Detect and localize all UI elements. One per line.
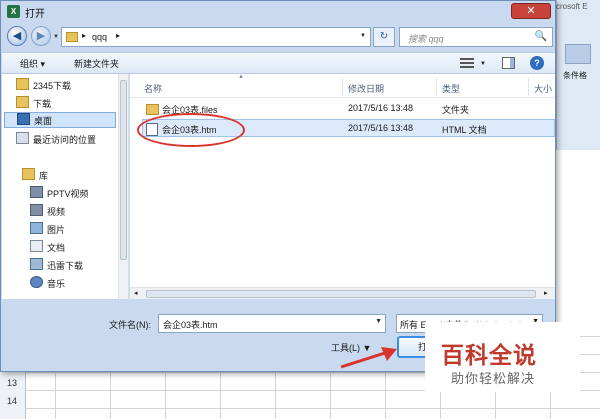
column-date[interactable]: 修改日期 xyxy=(348,82,384,95)
view-dropdown-icon[interactable]: ▼ xyxy=(480,61,486,67)
help-icon[interactable]: ? xyxy=(530,56,544,70)
search-placeholder: 搜索 qqq xyxy=(408,34,444,44)
navigation-pane: 2345下载 下载 桌面 最近访问的位置 库 PPTV视频 视频 图片 文档 迅… xyxy=(2,74,129,299)
library-icon xyxy=(22,168,35,180)
file-type: 文件夹 xyxy=(442,105,470,115)
preview-pane-icon[interactable] xyxy=(502,57,515,69)
sidebar-item-2345[interactable]: 2345下载 xyxy=(16,78,118,94)
sidebar-item-label: 音乐 xyxy=(47,279,66,289)
history-dropdown-icon[interactable]: ▼ xyxy=(53,34,59,40)
folder-icon xyxy=(66,32,78,42)
sidebar-item-label: PPTV视频 xyxy=(47,189,89,199)
sort-up-icon: ▲ xyxy=(238,74,244,80)
title-bar[interactable]: X 打开 ✕ xyxy=(1,1,555,23)
file-date: 2017/5/16 13:48 xyxy=(348,123,414,133)
recent-icon xyxy=(16,132,29,144)
scroll-right-icon[interactable]: ▸ xyxy=(544,289,548,297)
close-button[interactable]: ✕ xyxy=(511,3,551,19)
sidebar-item-xunlei[interactable]: 迅雷下载 xyxy=(30,258,132,274)
video-lib-icon xyxy=(30,186,43,198)
sidebar-item-library[interactable]: 库 xyxy=(22,168,124,184)
document-lib-icon xyxy=(30,240,43,252)
music-lib-icon xyxy=(30,276,43,288)
filename-label: 文件名(N): xyxy=(109,320,151,330)
sidebar-item-music[interactable]: 音乐 xyxy=(30,276,132,292)
nav-scroll-thumb[interactable] xyxy=(120,80,127,260)
column-type[interactable]: 类型 xyxy=(442,82,460,95)
folder-icon xyxy=(16,78,29,90)
search-input[interactable]: 搜索 qqq 🔍 xyxy=(399,27,553,47)
sidebar-item-label: 桌面 xyxy=(34,116,53,126)
file-list-pane: 名称 ▲ 修改日期 类型 大小 会企03表.files 2017/5/16 13… xyxy=(130,74,555,299)
sidebar-item-label: 迅雷下载 xyxy=(47,261,84,271)
breadcrumb-separator-icon[interactable]: ▸ xyxy=(82,31,86,40)
sidebar-item-desktop[interactable]: 桌面 xyxy=(4,112,116,128)
watermark: 百科全说 助你轻松解决 xyxy=(425,322,580,392)
watermark-title: 百科全说 xyxy=(441,343,537,369)
dialog-title: 打开 xyxy=(25,9,45,20)
file-date: 2017/5/16 13:48 xyxy=(348,103,414,113)
new-folder-button[interactable]: 新建文件夹 xyxy=(74,57,119,70)
sidebar-item-label: 视频 xyxy=(47,207,66,217)
back-button[interactable]: ◀ xyxy=(7,26,27,46)
excel-ribbon: 条件格 xyxy=(556,0,600,150)
video-lib-icon xyxy=(30,204,43,216)
filename-input[interactable]: 会企03表.htm ▼ xyxy=(158,314,386,333)
sidebar-item-documents[interactable]: 文档 xyxy=(30,240,132,256)
horizontal-scrollbar[interactable]: ◂ ▸ xyxy=(130,287,555,299)
sidebar-item-videos[interactable]: 视频 xyxy=(30,204,132,220)
organize-button[interactable]: 组织 ▾ xyxy=(20,57,45,70)
nav-scrollbar[interactable] xyxy=(118,74,128,299)
picture-lib-icon xyxy=(30,222,43,234)
sidebar-item-pptv[interactable]: PPTV视频 xyxy=(30,186,132,202)
file-type: HTML 文档 xyxy=(442,125,487,135)
column-divider[interactable] xyxy=(342,78,343,96)
row-number: 13 xyxy=(6,378,17,388)
open-file-dialog: X 打开 ✕ ◀ ▶ ▼ ▸ qqq ▸ ▼ ↻ 搜索 qqq 🔍 组织 ▾ 新… xyxy=(0,0,556,372)
sidebar-item-recent[interactable]: 最近访问的位置 xyxy=(16,132,118,148)
forward-button[interactable]: ▶ xyxy=(31,26,51,46)
sidebar-item-label: 最近访问的位置 xyxy=(33,135,97,145)
sidebar-item-pictures[interactable]: 图片 xyxy=(30,222,132,238)
sidebar-item-label: 图片 xyxy=(47,225,66,235)
toolbar: 组织 ▾ 新建文件夹 ▼ ? xyxy=(2,52,555,74)
view-options-icon[interactable] xyxy=(460,58,474,69)
sidebar-item-label: 下载 xyxy=(33,99,52,109)
address-dropdown-icon[interactable]: ▼ xyxy=(360,33,366,39)
folder-icon xyxy=(146,104,159,115)
row-number: 14 xyxy=(6,396,17,406)
filename-value: 会企03表.htm xyxy=(163,320,218,330)
chevron-down-icon[interactable]: ▼ xyxy=(375,318,382,325)
ribbon-label: 条件格 xyxy=(563,71,587,80)
sidebar-item-downloads[interactable]: 下载 xyxy=(16,96,118,112)
annotation-arrow xyxy=(340,347,397,369)
column-size[interactable]: 大小 xyxy=(534,82,552,95)
conditional-format-icon xyxy=(565,44,591,64)
address-bar[interactable]: ▸ qqq ▸ ▼ xyxy=(61,27,371,47)
scroll-left-icon[interactable]: ◂ xyxy=(134,289,138,297)
breadcrumb-item[interactable]: qqq xyxy=(92,32,107,42)
breadcrumb-separator-icon[interactable]: ▸ xyxy=(116,31,120,40)
excel-app-icon: X xyxy=(7,5,20,18)
watermark-subtitle: 助你轻松解决 xyxy=(451,372,536,387)
column-divider[interactable] xyxy=(528,78,529,96)
desktop-icon xyxy=(17,113,30,125)
refresh-button[interactable]: ↻ xyxy=(373,27,395,47)
sidebar-item-label: 库 xyxy=(39,171,49,181)
folder-icon xyxy=(16,96,29,108)
column-header: 名称 ▲ 修改日期 类型 大小 xyxy=(130,74,555,98)
search-icon: 🔍 xyxy=(534,31,547,42)
annotation-ellipse xyxy=(137,113,245,147)
download-lib-icon xyxy=(30,258,43,270)
excel-title: crosoft E xyxy=(556,2,588,11)
column-divider[interactable] xyxy=(436,78,437,96)
column-name[interactable]: 名称 xyxy=(144,82,162,95)
refresh-icon: ↻ xyxy=(379,31,389,42)
horizontal-scroll-thumb[interactable] xyxy=(146,290,536,298)
sidebar-item-label: 文档 xyxy=(47,243,66,253)
sidebar-item-label: 2345下载 xyxy=(33,81,72,91)
navigation-bar: ◀ ▶ ▼ ▸ qqq ▸ ▼ ↻ 搜索 qqq 🔍 xyxy=(5,25,553,49)
